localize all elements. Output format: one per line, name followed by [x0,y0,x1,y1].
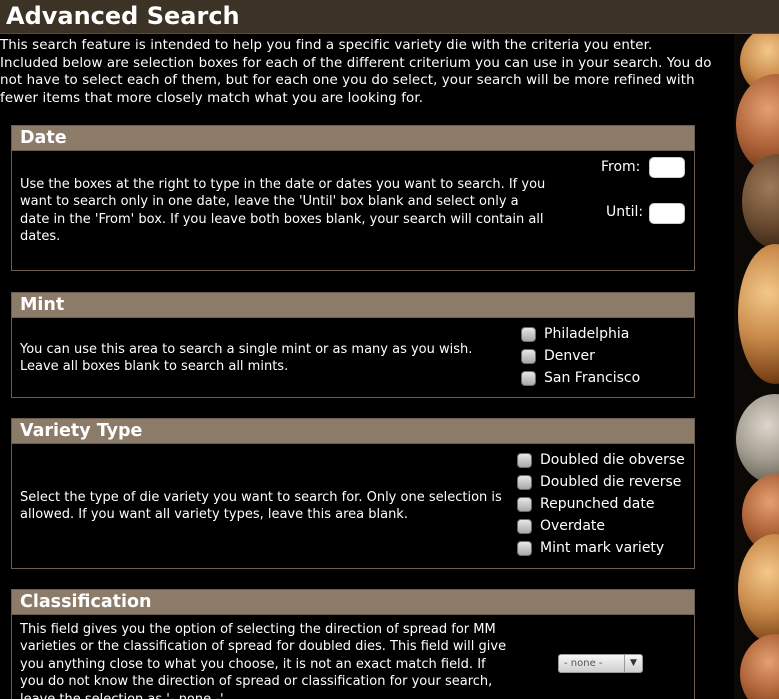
variety-type-heading: Variety Type [12,419,694,444]
date-description: Use the boxes at the right to type in th… [20,177,546,245]
mint-option-label: Philadelphia [544,326,630,342]
intro-text: This search feature is intended to help … [0,38,712,106]
title-bar: Advanced Search [0,0,779,34]
checkbox[interactable] [521,370,536,386]
variety-option-label: Repunched date [540,496,655,512]
variety-option-mint-mark-variety[interactable]: Mint mark variety [517,538,664,558]
coin-image [738,534,779,644]
coin-image [736,394,779,484]
classification-heading: Classification [12,590,694,615]
checkbox[interactable] [517,496,532,512]
variety-option-label: Doubled die obverse [540,452,685,468]
classification-select-value: - none - [564,658,603,669]
mint-panel: Mint You can use this area to search a s… [11,292,695,398]
variety-option-label: Mint mark variety [540,540,665,556]
variety-type-description: Select the type of die variety you want … [20,490,502,523]
until-date-input[interactable] [649,203,685,224]
checkbox[interactable] [517,540,532,556]
mint-option-label: San Francisco [544,370,641,386]
checkbox[interactable] [521,326,536,342]
variety-type-panel: Variety Type Select the type of die vari… [11,418,695,569]
until-label: Until: [606,204,644,220]
date-heading: Date [12,126,694,151]
variety-option-overdate[interactable]: Overdate [517,516,605,536]
coin-image [738,244,779,384]
checkbox[interactable] [517,474,532,490]
mint-description: You can use this area to search a single… [20,342,473,375]
coin-image [740,634,779,699]
from-label: From: [601,159,641,175]
classification-description: This field gives you the option of selec… [20,622,507,699]
checkbox[interactable] [521,348,536,364]
variety-option-label: Doubled die reverse [540,474,682,490]
checkbox[interactable] [517,518,532,534]
classification-select[interactable]: - none - ▼ [558,654,643,673]
mint-heading: Mint [12,293,694,318]
variety-option-doubled-die-obverse[interactable]: Doubled die obverse [517,450,685,470]
classification-panel: Classification This field gives you the … [11,589,695,699]
variety-option-doubled-die-reverse[interactable]: Doubled die reverse [517,472,681,492]
mint-option-san-francisco[interactable]: San Francisco [521,368,640,388]
coin-decoration-strip [734,34,779,699]
coin-image [742,154,779,249]
checkbox[interactable] [517,452,532,468]
date-panel: Date Use the boxes at the right to type … [11,125,695,271]
mint-option-denver[interactable]: Denver [521,346,595,366]
variety-option-repunched-date[interactable]: Repunched date [517,494,654,514]
chevron-down-icon[interactable]: ▼ [624,655,642,672]
page-title: Advanced Search [6,2,240,30]
variety-option-label: Overdate [540,518,605,534]
from-date-input[interactable] [649,157,685,178]
mint-option-philadelphia[interactable]: Philadelphia [521,324,629,344]
mint-option-label: Denver [544,348,595,364]
